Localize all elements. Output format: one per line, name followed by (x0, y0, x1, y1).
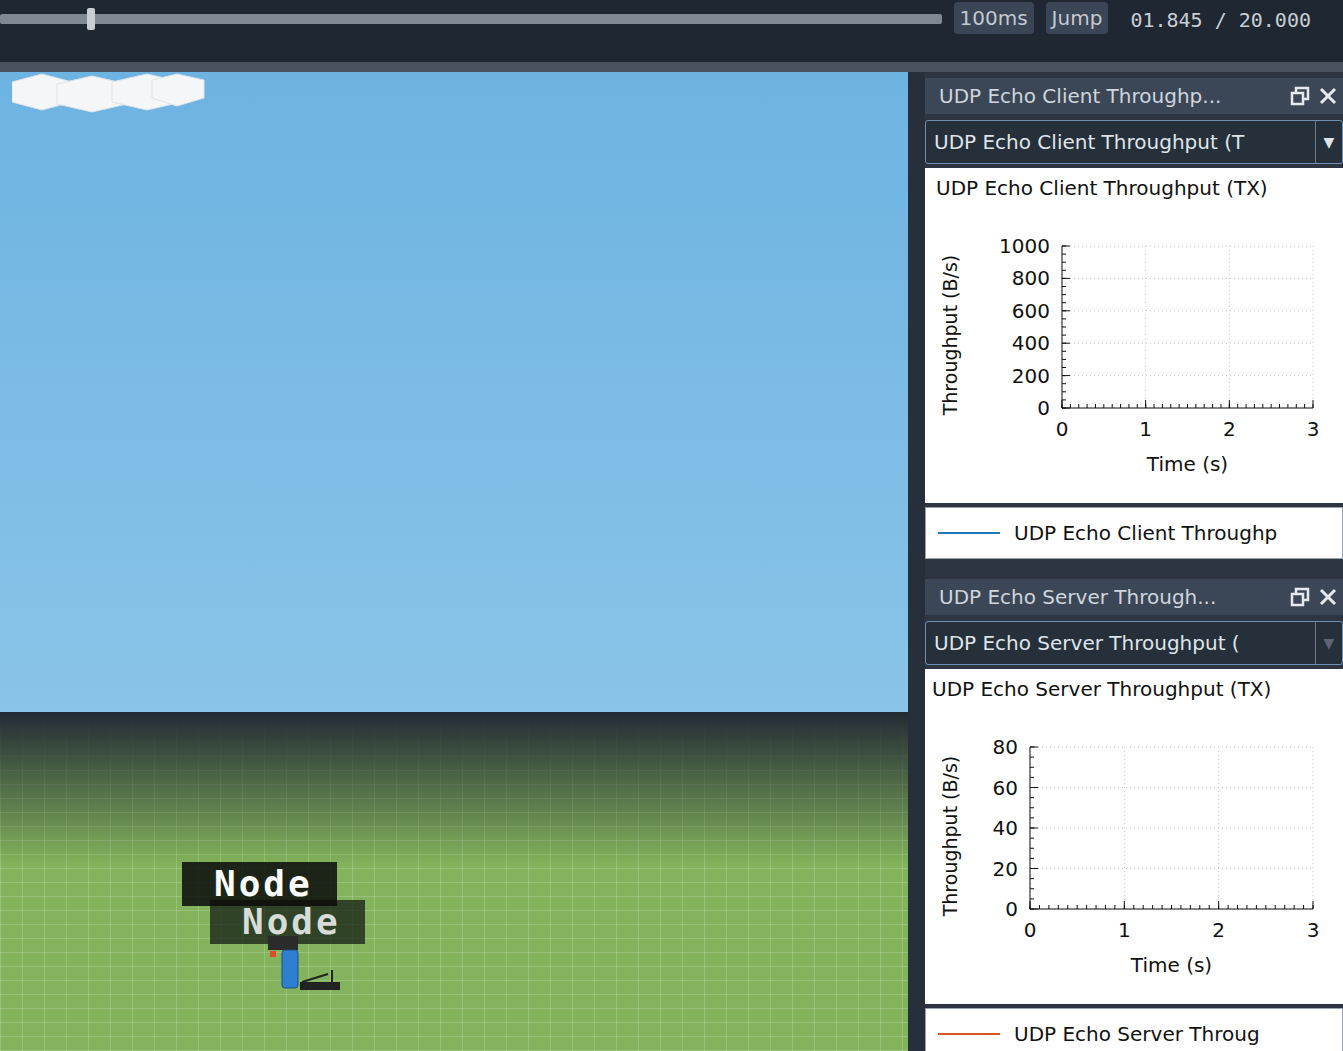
svg-text:400: 400 (1012, 331, 1050, 355)
y-tick: 600 (1012, 299, 1313, 323)
svg-text:600: 600 (1012, 299, 1050, 323)
svg-text:0: 0 (1037, 396, 1050, 420)
y-tick: 0 (1005, 897, 1313, 921)
x-tick: 3 (1307, 246, 1320, 441)
float-icon[interactable] (1289, 85, 1311, 107)
chart-dock: UDP Echo Server Through... UDP Echo Serve… (925, 579, 1343, 1051)
cloud-icon (12, 72, 212, 114)
ground-grid (0, 712, 908, 1051)
svg-text:3: 3 (1307, 918, 1320, 942)
node-label: Node (182, 862, 337, 906)
legend-swatch (938, 1033, 1000, 1035)
x-axis-label: Time (s) (1146, 452, 1228, 476)
svg-text:0: 0 (1005, 897, 1018, 921)
svg-text:40: 40 (993, 816, 1018, 840)
time-display: 01.845 / 20.000 (1130, 8, 1311, 32)
legend-text: UDP Echo Client Throughp (1014, 521, 1277, 545)
node-device-icon[interactable] (266, 936, 346, 996)
svg-text:2: 2 (1212, 918, 1225, 942)
timeline-slider[interactable] (0, 14, 942, 24)
dock-title: UDP Echo Server Through... (939, 585, 1283, 609)
svg-text:0: 0 (1024, 918, 1037, 942)
svg-text:1: 1 (1118, 918, 1131, 942)
dropdown-arrow-icon[interactable]: ▼ (1315, 121, 1342, 163)
series-selector[interactable]: UDP Echo Server Throughput (▼ (925, 621, 1343, 665)
dock-title: UDP Echo Client Throughp... (939, 84, 1283, 108)
chart-legend: UDP Echo Server Throug (925, 1008, 1343, 1051)
y-tick: 0 (1037, 396, 1313, 420)
x-tick: 0 (1024, 747, 1037, 942)
throughput-chart: UDP Echo Client Throughput (TX) Throughpu… (925, 168, 1343, 503)
svg-text:1000: 1000 (999, 234, 1050, 258)
svg-text:200: 200 (1012, 364, 1050, 388)
dock-splitter[interactable] (908, 72, 925, 1051)
y-tick: 20 (993, 857, 1313, 881)
toolbar-separator (0, 62, 1343, 72)
x-tick: 2 (1223, 246, 1236, 441)
chart-area: UDP Echo Client Throughput (TX) Throughpu… (925, 168, 1343, 503)
close-icon[interactable] (1317, 85, 1339, 107)
svg-text:3: 3 (1307, 417, 1320, 441)
y-tick: 1000 (999, 234, 1313, 258)
y-axis-label: Throughput (B/s) (939, 756, 961, 918)
svg-text:20: 20 (993, 857, 1018, 881)
chart-area: UDP Echo Server Throughput (TX) Throughpu… (925, 669, 1343, 1004)
y-tick: 400 (1012, 331, 1313, 355)
selector-value: UDP Echo Client Throughput (T (926, 130, 1315, 154)
dock-area: UDP Echo Client Throughp... UDP Echo Clie… (925, 72, 1343, 1051)
chart-title: UDP Echo Server Throughput (TX) (932, 677, 1271, 701)
dock-title-bar[interactable]: UDP Echo Client Throughp... (925, 78, 1343, 114)
legend-swatch (938, 532, 1000, 534)
svg-text:60: 60 (993, 776, 1018, 800)
y-tick: 60 (993, 776, 1313, 800)
x-tick: 1 (1139, 246, 1152, 441)
x-tick: 3 (1307, 747, 1320, 942)
chart-title: UDP Echo Client Throughput (TX) (936, 176, 1268, 200)
chart-dock: UDP Echo Client Throughp... UDP Echo Clie… (925, 78, 1343, 559)
y-tick: 800 (1012, 266, 1313, 290)
legend-text: UDP Echo Server Throug (1014, 1022, 1260, 1046)
x-tick: 1 (1118, 747, 1131, 942)
svg-text:800: 800 (1012, 266, 1050, 290)
scene-view[interactable]: NodeNode (0, 72, 908, 1051)
step-button[interactable]: 100ms (954, 2, 1034, 34)
series-selector[interactable]: UDP Echo Client Throughput (T▼ (925, 120, 1343, 164)
jump-button[interactable]: Jump (1046, 2, 1109, 34)
chart-legend: UDP Echo Client Throughp (925, 507, 1343, 559)
svg-text:0: 0 (1056, 417, 1069, 441)
y-tick: 80 (993, 735, 1313, 759)
y-tick: 200 (1012, 364, 1313, 388)
y-axis-label: Throughput (B/s) (939, 255, 961, 417)
x-axis-label: Time (s) (1130, 953, 1212, 977)
selector-value: UDP Echo Server Throughput ( (926, 631, 1315, 655)
sky (0, 72, 908, 712)
svg-text:2: 2 (1223, 417, 1236, 441)
throughput-chart: UDP Echo Server Throughput (TX) Throughpu… (925, 669, 1343, 1004)
svg-text:1: 1 (1139, 417, 1152, 441)
dock-title-bar[interactable]: UDP Echo Server Through... (925, 579, 1343, 615)
dropdown-arrow-icon[interactable]: ▼ (1315, 622, 1342, 664)
x-tick: 2 (1212, 747, 1225, 942)
playback-toolbar: 100ms Jump 01.845 / 20.000 (0, 0, 1343, 62)
close-icon[interactable] (1317, 586, 1339, 608)
netsimulyzer-window: 100msJump01.845 / 20.000NodeNodeUDP Echo… (0, 0, 1343, 1051)
float-icon[interactable] (1289, 586, 1311, 608)
y-tick: 40 (993, 816, 1313, 840)
x-tick: 0 (1056, 246, 1069, 441)
svg-text:80: 80 (993, 735, 1018, 759)
timeline-handle[interactable] (87, 8, 95, 30)
